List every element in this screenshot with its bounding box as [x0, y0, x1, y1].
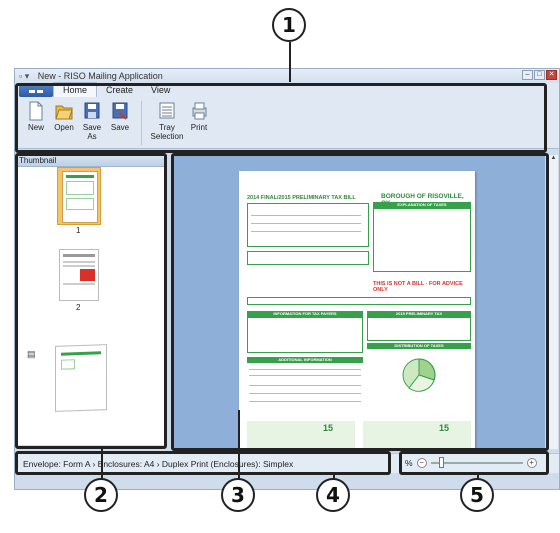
maximize-icon[interactable]: □: [534, 70, 545, 80]
minimize-icon[interactable]: –: [522, 70, 533, 80]
callout-frame-ribbon: [15, 83, 547, 153]
title-bar: ▫ ▾ New - RISO Mailing Application – □ ✕: [15, 69, 559, 83]
callout-2: 2: [84, 478, 118, 512]
close-icon[interactable]: ✕: [546, 70, 557, 80]
callout-3-leader: [238, 410, 240, 482]
window-title: New - RISO Mailing Application: [37, 71, 163, 81]
callout-frame-zoom: [399, 451, 549, 475]
callout-1-leader: [289, 42, 291, 82]
vertical-scrollbar[interactable]: ▲: [548, 155, 558, 449]
quick-access-icon[interactable]: ▫ ▾: [19, 71, 29, 81]
screenshot-stage: ▫ ▾ New - RISO Mailing Application – □ ✕…: [0, 0, 560, 533]
app-window: ▫ ▾ New - RISO Mailing Application – □ ✕…: [14, 68, 560, 490]
callout-frame-thumbnails: [15, 153, 167, 449]
callout-3: 3: [221, 478, 255, 512]
callout-5: 5: [460, 478, 494, 512]
callout-1: 1: [272, 8, 306, 42]
scroll-up-icon[interactable]: ▲: [549, 155, 558, 161]
callout-4: 4: [316, 478, 350, 512]
callout-frame-document: [171, 153, 549, 451]
